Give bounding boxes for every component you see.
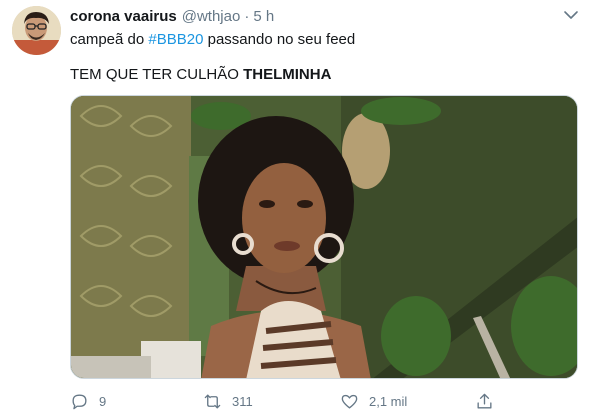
tweet-text-line-2: TEM QUE TER CULHÃO THELMINHA xyxy=(70,65,331,85)
author-name[interactable]: corona vaairus xyxy=(70,8,177,25)
chevron-down-icon[interactable] xyxy=(563,9,579,21)
like-button[interactable]: 2,1 mil xyxy=(340,390,407,412)
tweet-photo[interactable] xyxy=(70,95,578,379)
share-icon xyxy=(477,393,492,409)
tweet-text-line-1: campeã do #BBB20 passando no seu feed xyxy=(70,30,355,50)
author-handle[interactable]: @wthjao xyxy=(182,8,241,25)
reply-button[interactable]: 9 xyxy=(70,390,106,412)
author-avatar[interactable] xyxy=(12,6,61,55)
reply-icon xyxy=(72,393,87,409)
tweet-text-bold: THELMINHA xyxy=(243,66,332,83)
reply-count: 9 xyxy=(99,393,107,409)
retweet-count: 311 xyxy=(232,393,253,409)
tweet-text-start: campeã do xyxy=(70,31,149,48)
tweet-text-plain: TEM QUE TER CULHÃO xyxy=(70,66,244,83)
hashtag-link[interactable]: #BBB20 xyxy=(148,31,203,48)
tweet[interactable]: corona vaairus @wthjao · 5 h campeã do #… xyxy=(0,0,594,420)
separator-dot: · xyxy=(244,8,250,25)
like-count: 2,1 mil xyxy=(369,393,408,409)
tweet-timestamp[interactable]: 5 h xyxy=(253,8,274,25)
share-button[interactable] xyxy=(475,390,494,412)
tweet-header: corona vaairus @wthjao · 5 h xyxy=(70,8,274,28)
heart-icon xyxy=(341,394,358,409)
retweet-icon xyxy=(204,393,221,409)
tweet-text-end: passando no seu feed xyxy=(203,31,356,48)
tweet-actions: 9 311 2,1 mil xyxy=(70,390,578,412)
retweet-button[interactable]: 311 xyxy=(203,390,253,412)
